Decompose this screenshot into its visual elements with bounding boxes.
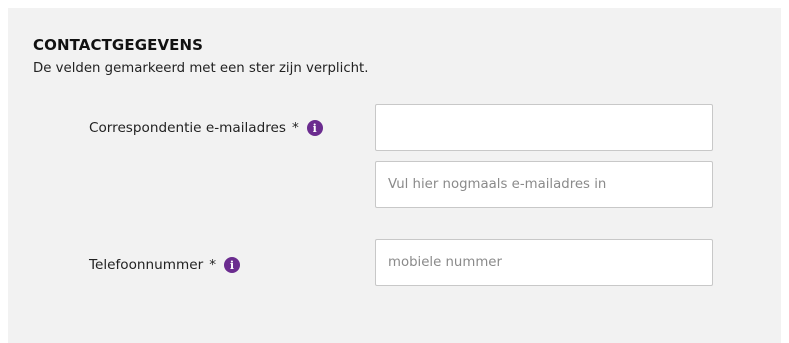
required-marker: * — [209, 257, 216, 273]
info-icon[interactable]: i — [224, 257, 240, 273]
email-label-text: Correspondentie e-mailadres — [89, 120, 286, 136]
section-title: CONTACTGEGEVENS — [33, 36, 204, 54]
email-confirm-input[interactable] — [375, 161, 713, 208]
phone-field-label: Telefoonnummer * i — [89, 257, 240, 273]
required-marker: * — [291, 120, 299, 136]
info-icon[interactable]: i — [306, 120, 323, 136]
contact-details-panel: CONTACTGEGEVENS De velden gemarkeerd met… — [8, 8, 781, 343]
phone-label-text: Telefoonnummer — [89, 257, 204, 273]
email-input[interactable] — [375, 104, 713, 151]
email-field-label: Correspondentie e-mailadres * i — [89, 120, 323, 136]
phone-input[interactable] — [375, 239, 713, 286]
required-fields-notice: De velden gemarkeerd met een ster zijn v… — [33, 61, 369, 76]
